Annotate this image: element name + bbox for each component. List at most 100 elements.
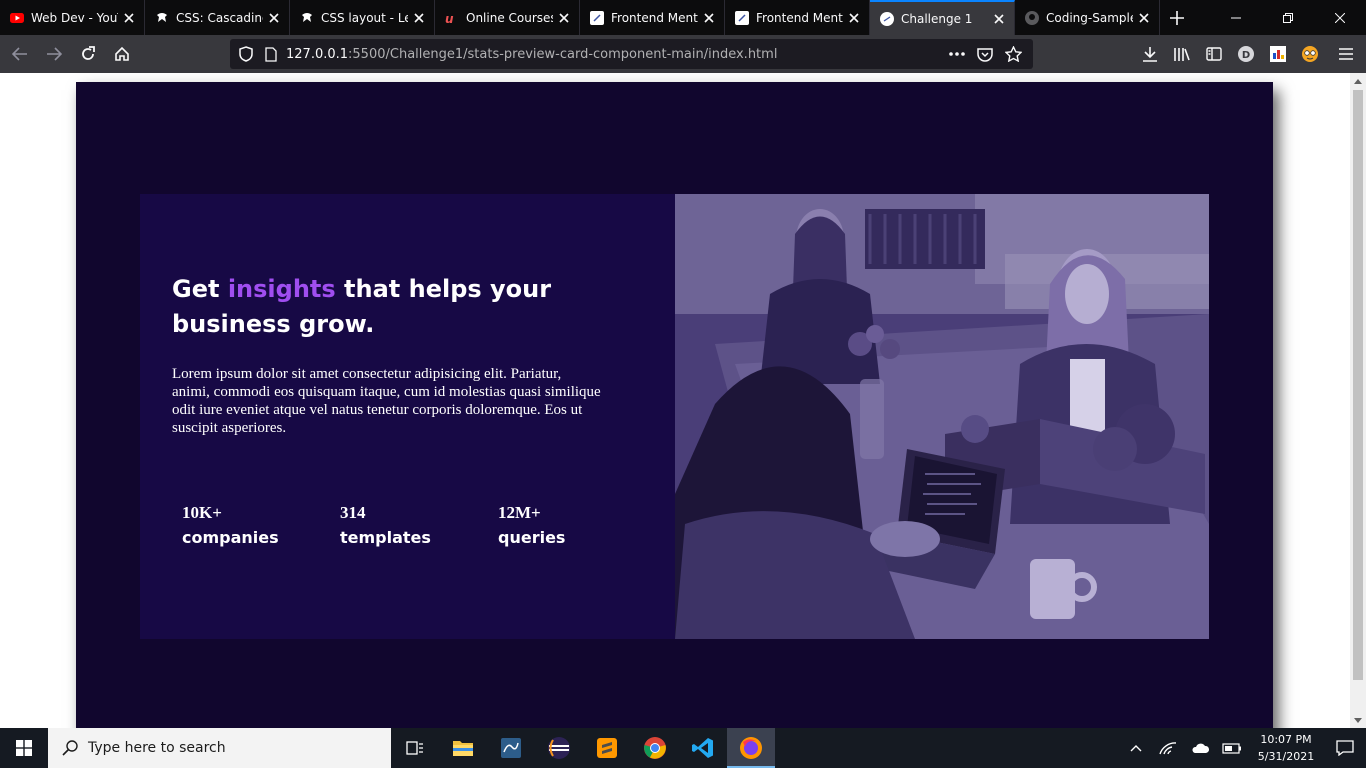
tab-title: Web Dev - YouT [31, 10, 118, 25]
forward-button[interactable] [38, 38, 70, 70]
tab-frontend-mentor-2[interactable]: Frontend Mento [725, 0, 870, 35]
home-icon [115, 46, 129, 61]
page-actions-menu-icon[interactable] [943, 40, 971, 68]
arrow-right-icon [47, 47, 62, 61]
extension-face-icon[interactable] [1294, 38, 1326, 70]
profile-avatar[interactable]: D [1230, 38, 1262, 70]
browser-tab-strip: Web Dev - YouT CSS: Cascading CSS layout… [0, 0, 1366, 35]
vscode-button[interactable] [679, 728, 727, 768]
scroll-down-arrow-icon[interactable] [1350, 712, 1366, 728]
arrow-left-icon [12, 47, 27, 61]
restore-button[interactable] [1262, 0, 1314, 35]
close-tab-icon[interactable] [118, 7, 140, 29]
reload-icon [82, 46, 95, 60]
downloads-icon[interactable] [1134, 38, 1166, 70]
stat-queries: 12M+ queries [498, 503, 656, 553]
firefox-button[interactable] [727, 728, 775, 768]
stat-label: templates [340, 528, 431, 547]
start-button[interactable] [0, 728, 48, 768]
scroll-up-arrow-icon[interactable] [1350, 73, 1366, 89]
tab-coding-sample[interactable]: Coding-Sample [1015, 0, 1160, 35]
scrollbar-thumb[interactable] [1353, 90, 1363, 680]
udemy-icon: u [445, 11, 459, 25]
eclipse-icon [548, 737, 570, 759]
chrome-button[interactable] [631, 728, 679, 768]
home-button[interactable] [106, 38, 138, 70]
page-icon [880, 11, 894, 26]
card-description: Lorem ipsum dolor sit amet consectetur a… [172, 366, 601, 436]
card-text-panel: Get insights that helps your business gr… [140, 194, 675, 639]
page-info-icon[interactable] [264, 46, 278, 62]
mysql-workbench-button[interactable] [487, 728, 535, 768]
close-window-button[interactable] [1314, 0, 1366, 35]
tab-title: Coding-Sample [1046, 10, 1133, 25]
mdn-icon [155, 11, 169, 25]
svg-text:u: u [445, 12, 454, 24]
page-viewport: Get insights that helps your business gr… [0, 73, 1366, 728]
tab-css-layout[interactable]: CSS layout - Lea [290, 0, 435, 35]
url-text[interactable]: 127.0.0.1:5500/Challenge1/stats-preview-… [286, 47, 777, 62]
tab-web-dev-youtube[interactable]: Web Dev - YouT [0, 0, 145, 35]
tab-title: Online Courses [466, 10, 553, 25]
url-path: :5500/Challenge1/stats-preview-card-comp… [348, 46, 778, 62]
stat-templates: 314 templates [340, 503, 498, 553]
chrome-icon [644, 737, 666, 759]
tab-title: CSS: Cascading [176, 10, 263, 25]
battery-icon[interactable] [1216, 728, 1248, 768]
file-explorer-button[interactable] [439, 728, 487, 768]
new-tab-button[interactable] [1160, 0, 1194, 35]
office-photo-illustration [675, 194, 1209, 639]
mdn-icon [300, 11, 314, 25]
extension-flag-icon[interactable] [1262, 38, 1294, 70]
clock-time: 10:07 PM [1260, 733, 1312, 746]
library-icon[interactable] [1166, 38, 1198, 70]
frontend-mentor-icon [735, 10, 749, 25]
close-tab-icon[interactable] [698, 7, 720, 29]
tab-title: CSS layout - Lea [321, 10, 408, 25]
tab-challenge-1[interactable]: Challenge 1 [870, 0, 1015, 35]
close-tab-icon[interactable] [553, 7, 575, 29]
bookmark-star-icon[interactable] [999, 40, 1027, 68]
tab-online-courses[interactable]: u Online Courses [435, 0, 580, 35]
system-clock[interactable]: 10:07 PM 5/31/2021 [1248, 731, 1324, 765]
frontend-mentor-icon [590, 10, 604, 25]
sublime-text-button[interactable] [583, 728, 631, 768]
close-tab-icon[interactable] [988, 8, 1010, 30]
mysql-workbench-icon [501, 738, 521, 758]
tab-frontend-mentor-1[interactable]: Frontend Mento [580, 0, 725, 35]
close-tab-icon[interactable] [263, 7, 285, 29]
reload-button[interactable] [72, 38, 104, 70]
vertical-scrollbar[interactable] [1350, 73, 1366, 728]
minimize-button[interactable] [1210, 0, 1262, 35]
address-bar-actions [943, 39, 1027, 69]
tab-title: Frontend Mento [611, 10, 698, 25]
show-hidden-icons-chevron-icon[interactable] [1120, 728, 1152, 768]
search-placeholder: Type here to search [88, 740, 226, 756]
back-button[interactable] [4, 38, 36, 70]
address-bar[interactable]: 127.0.0.1:5500/Challenge1/stats-preview-… [230, 39, 1033, 69]
pocket-icon[interactable] [971, 40, 999, 68]
onedrive-cloud-icon[interactable] [1184, 728, 1216, 768]
notification-center-icon[interactable] [1324, 728, 1366, 768]
close-tab-icon[interactable] [843, 7, 865, 29]
tracking-protection-shield-icon[interactable] [238, 46, 254, 62]
tab-css-cascading[interactable]: CSS: Cascading [145, 0, 290, 35]
sidebar-icon[interactable] [1198, 38, 1230, 70]
close-tab-icon[interactable] [408, 7, 430, 29]
tab-title: Frontend Mento [756, 10, 843, 25]
github-icon [1025, 10, 1039, 25]
wifi-icon[interactable] [1152, 728, 1184, 768]
stat-label: companies [182, 528, 279, 547]
card-heading: Get insights that helps your business gr… [172, 272, 552, 342]
stat-label: queries [498, 528, 566, 547]
file-explorer-icon [453, 741, 473, 756]
windows-logo-icon [16, 740, 32, 756]
page-background: Get insights that helps your business gr… [76, 82, 1273, 728]
stat-value: 12M+ [498, 503, 541, 522]
close-tab-icon[interactable] [1133, 7, 1155, 29]
tab-title: Challenge 1 [901, 11, 973, 26]
app-menu-icon[interactable] [1330, 38, 1362, 70]
taskbar-search-box[interactable]: Type here to search [48, 728, 391, 768]
eclipse-button[interactable] [535, 728, 583, 768]
task-view-button[interactable] [391, 728, 439, 768]
